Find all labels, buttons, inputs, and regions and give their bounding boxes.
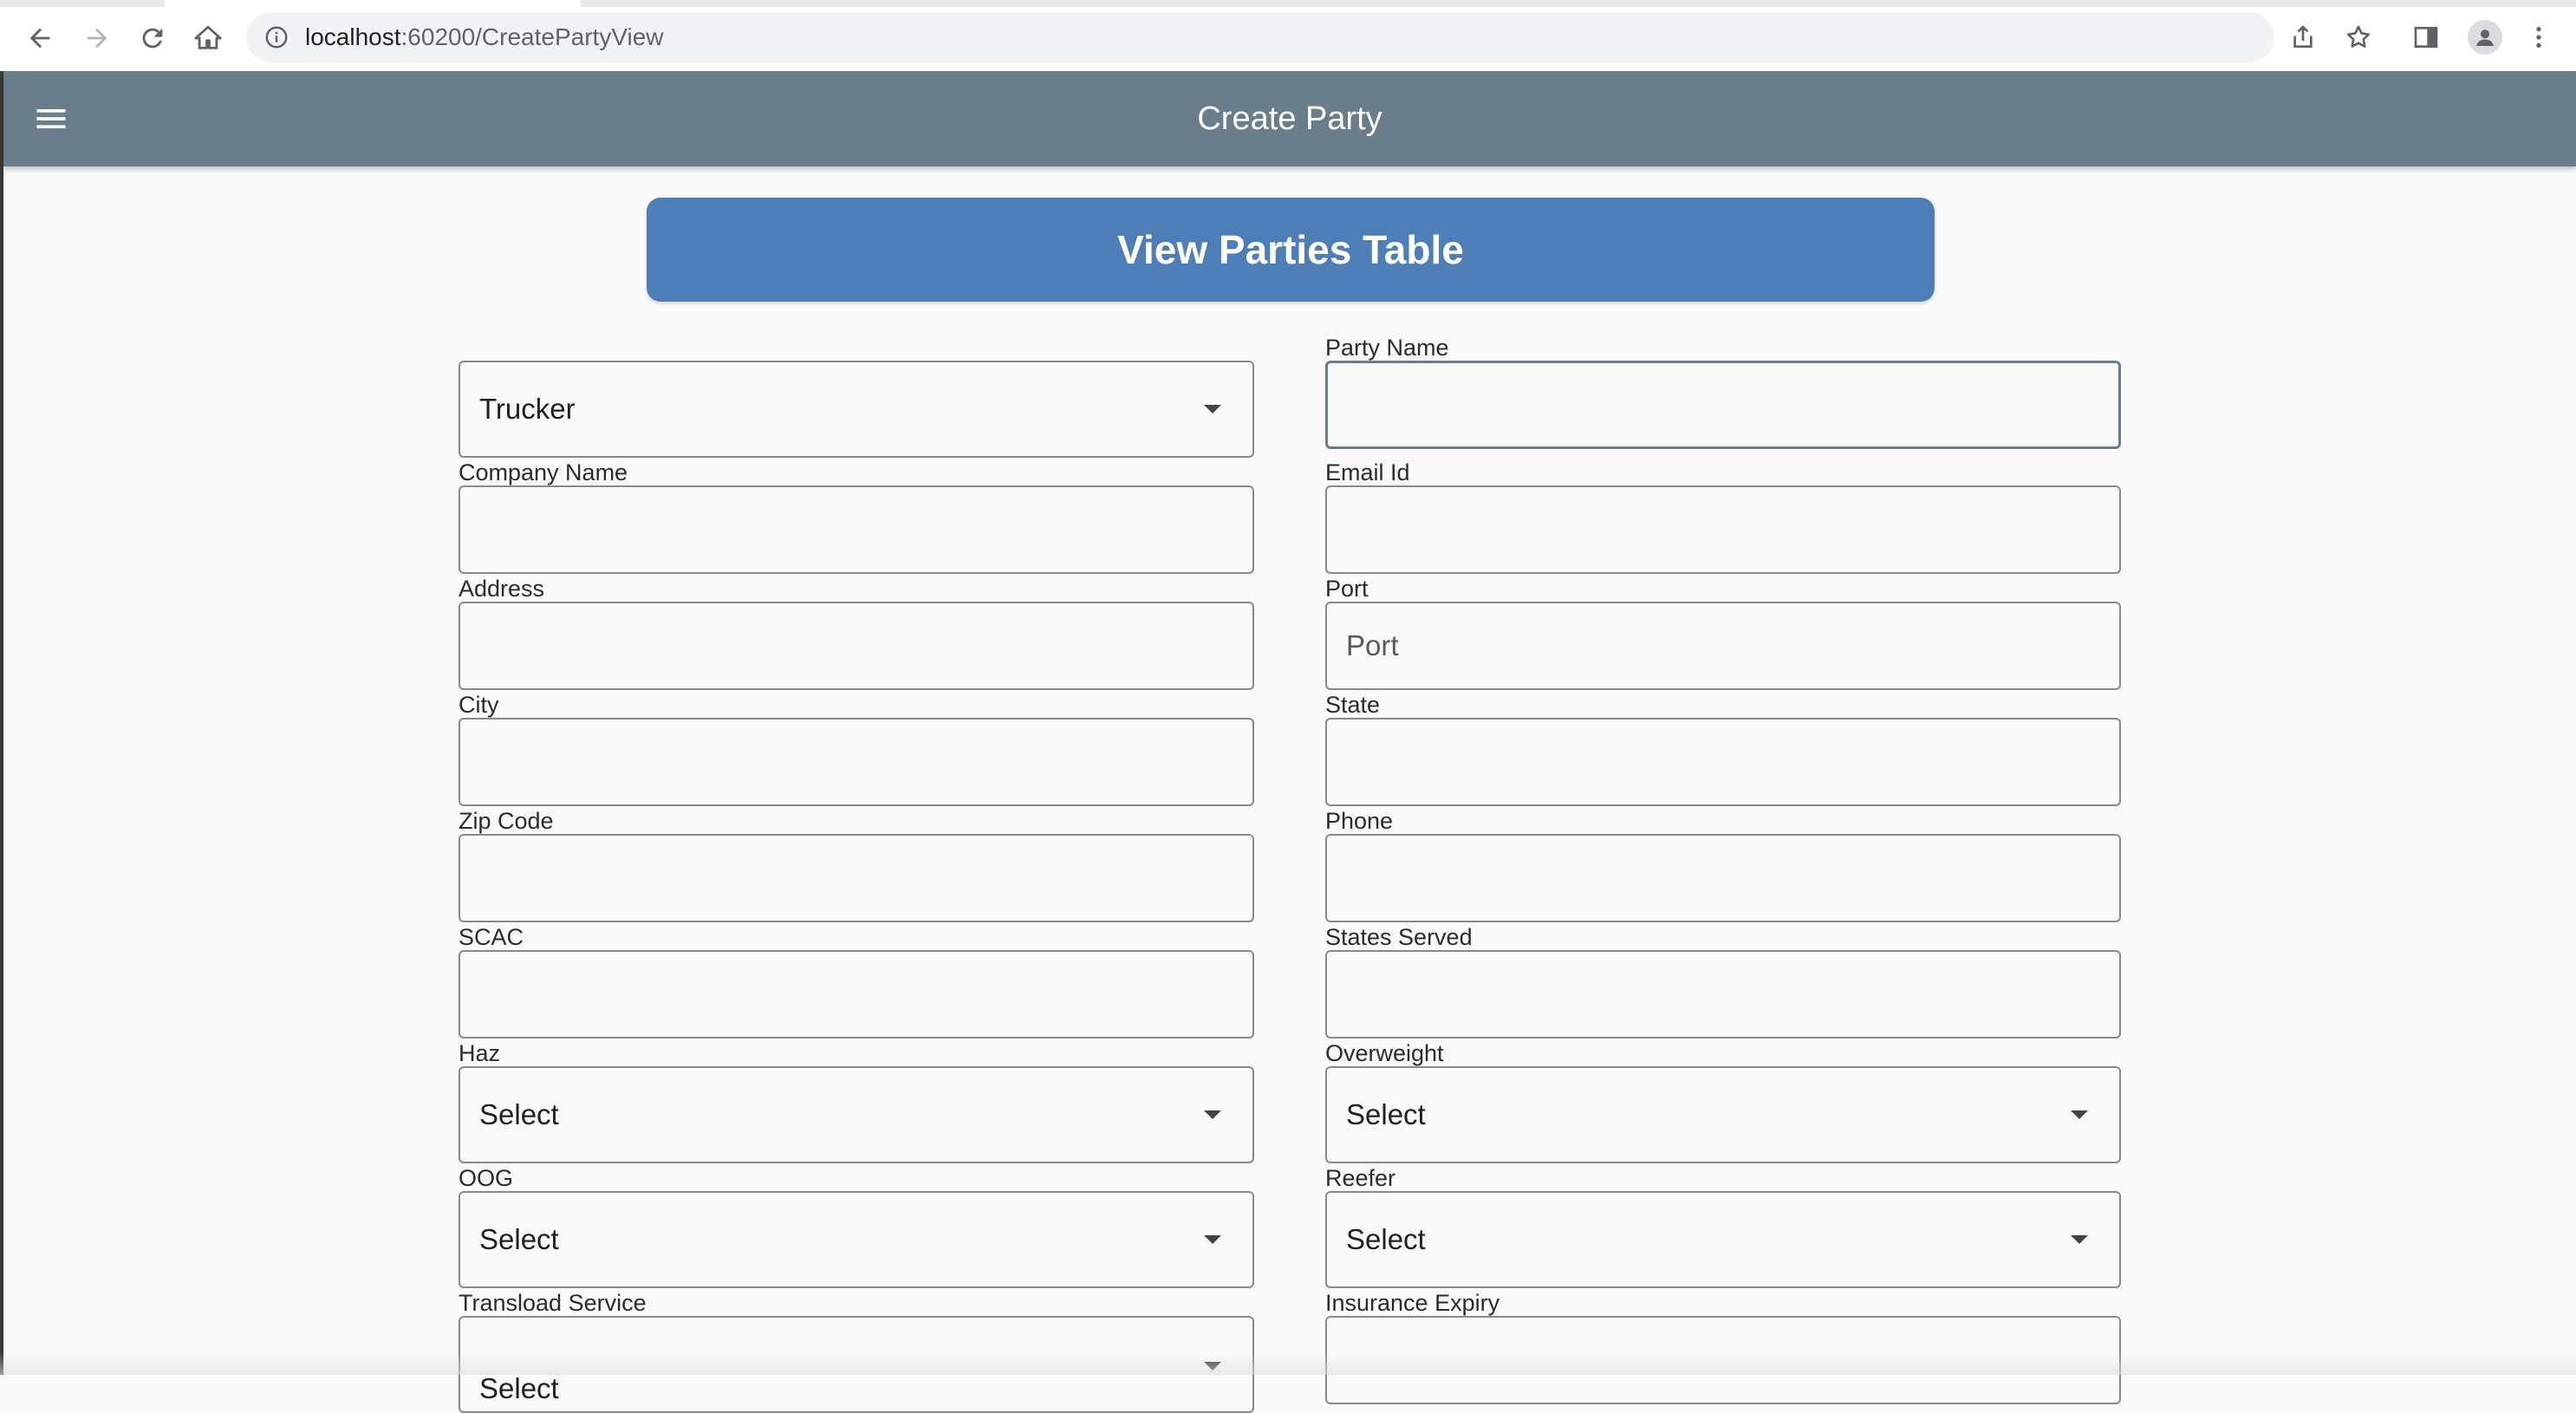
- party-type-field: Trucker: [459, 361, 1256, 458]
- overweight-field: Overweight Select: [1325, 1040, 2123, 1163]
- scac-label: SCAC: [459, 924, 524, 950]
- port-label: Port: [1325, 576, 1369, 602]
- party-name-input[interactable]: [1328, 363, 2118, 446]
- view-parties-table-button[interactable]: View Parties Table: [647, 198, 1935, 302]
- profile-avatar-icon[interactable]: [2462, 14, 2508, 61]
- phone-label: Phone: [1325, 808, 1394, 834]
- states-served-field: States Served: [1325, 924, 2123, 1039]
- transload-service-field: Transload Service Select: [459, 1290, 1256, 1413]
- port-field: Port: [1325, 576, 2123, 690]
- dropdown-arrow-icon: [2071, 1235, 2088, 1244]
- company-name-label: Company Name: [459, 459, 628, 485]
- haz-value: Select: [479, 1098, 559, 1130]
- port-input[interactable]: [1327, 603, 2119, 688]
- zip-code-label: Zip Code: [459, 808, 554, 834]
- reefer-field: Reefer Select: [1325, 1165, 2123, 1288]
- city-field: City: [459, 692, 1256, 806]
- phone-field: Phone: [1325, 808, 2123, 922]
- city-label: City: [459, 692, 499, 718]
- transload-service-value: Select: [479, 1372, 559, 1404]
- company-name-box: [459, 485, 1254, 574]
- app-bar: Create Party: [3, 71, 2576, 166]
- url-text: localhost:60200/CreatePartyView: [305, 23, 664, 51]
- address-bar[interactable]: localhost:60200/CreatePartyView: [246, 12, 2274, 62]
- company-name-input[interactable]: [460, 487, 1252, 572]
- site-info-icon[interactable]: [263, 24, 289, 50]
- address-field: Address: [459, 576, 1256, 690]
- phone-input[interactable]: [1327, 836, 2119, 921]
- insurance-expiry-input[interactable]: [1327, 1318, 2119, 1403]
- tab-strip: [0, 0, 2576, 7]
- transload-service-select[interactable]: Select: [459, 1316, 1254, 1413]
- dropdown-arrow-icon: [2071, 1110, 2088, 1119]
- states-served-box: [1325, 950, 2121, 1039]
- email-id-input[interactable]: [1327, 487, 2119, 572]
- haz-field: Haz Select: [459, 1040, 1256, 1163]
- reefer-label: Reefer: [1325, 1165, 1396, 1191]
- oog-field: OOG Select: [459, 1165, 1256, 1288]
- browser-toolbar: localhost:60200/CreatePartyView: [0, 0, 2576, 72]
- city-box: [459, 718, 1254, 806]
- states-served-input[interactable]: [1327, 952, 2119, 1037]
- oog-label: OOG: [459, 1165, 514, 1191]
- scac-box: [459, 950, 1254, 1039]
- reefer-select[interactable]: Select: [1325, 1191, 2121, 1288]
- email-id-field: Email Id: [1325, 459, 2123, 574]
- phone-box: [1325, 834, 2121, 922]
- insurance-expiry-field: Insurance Expiry: [1325, 1290, 2123, 1404]
- party-name-field: Party Name: [1325, 335, 2123, 449]
- address-input[interactable]: [460, 603, 1252, 688]
- party-type-value: Trucker: [479, 393, 576, 425]
- home-icon[interactable]: [185, 16, 231, 61]
- window-edge: [0, 71, 3, 1375]
- page-title: Create Party: [1197, 100, 1382, 137]
- zip-code-field: Zip Code: [459, 808, 1256, 922]
- dropdown-arrow-icon: [1204, 1110, 1221, 1119]
- state-input[interactable]: [1327, 720, 2119, 804]
- reefer-value: Select: [1346, 1223, 1426, 1255]
- oog-select[interactable]: Select: [459, 1191, 1254, 1288]
- haz-label: Haz: [459, 1040, 501, 1066]
- email-id-box: [1325, 485, 2121, 574]
- url-path: :60200/CreatePartyView: [400, 23, 664, 50]
- scac-input[interactable]: [460, 952, 1252, 1037]
- more-options-icon[interactable]: [2517, 14, 2560, 61]
- active-tab[interactable]: [165, 0, 581, 7]
- overweight-label: Overweight: [1325, 1040, 1444, 1066]
- insurance-expiry-label: Insurance Expiry: [1325, 1290, 1500, 1316]
- company-name-field: Company Name: [459, 459, 1256, 574]
- dropdown-arrow-icon: [1204, 405, 1221, 413]
- address-box: [459, 602, 1254, 690]
- overweight-value: Select: [1346, 1098, 1426, 1130]
- party-name-label: Party Name: [1325, 335, 1449, 361]
- states-served-label: States Served: [1325, 924, 1473, 950]
- url-host: localhost: [305, 23, 401, 50]
- share-icon[interactable]: [2280, 14, 2326, 61]
- back-arrow-icon[interactable]: [17, 16, 62, 61]
- overweight-select[interactable]: Select: [1325, 1066, 2121, 1163]
- dropdown-arrow-icon: [1204, 1362, 1221, 1371]
- haz-select[interactable]: Select: [459, 1066, 1254, 1163]
- bookmark-star-icon[interactable]: [2335, 14, 2382, 61]
- state-box: [1325, 718, 2121, 806]
- party-type-select[interactable]: Trucker: [459, 361, 1254, 458]
- port-box: [1325, 602, 2121, 690]
- state-label: State: [1325, 692, 1381, 718]
- oog-value: Select: [479, 1223, 559, 1255]
- scroll-fade: [0, 1352, 2576, 1375]
- dropdown-arrow-icon: [1204, 1235, 1221, 1244]
- transload-service-label: Transload Service: [459, 1290, 647, 1316]
- scac-field: SCAC: [459, 924, 1256, 1039]
- address-label: Address: [459, 576, 545, 602]
- insurance-expiry-box: [1325, 1316, 2121, 1404]
- zip-code-box: [459, 834, 1254, 922]
- state-field: State: [1325, 692, 2123, 806]
- party-name-box: [1325, 361, 2121, 449]
- zip-code-input[interactable]: [460, 836, 1252, 921]
- forward-arrow-icon[interactable]: [75, 16, 120, 61]
- email-id-label: Email Id: [1325, 459, 1410, 485]
- side-panel-icon[interactable]: [2403, 14, 2449, 61]
- city-input[interactable]: [460, 720, 1252, 804]
- reload-icon[interactable]: [130, 16, 175, 61]
